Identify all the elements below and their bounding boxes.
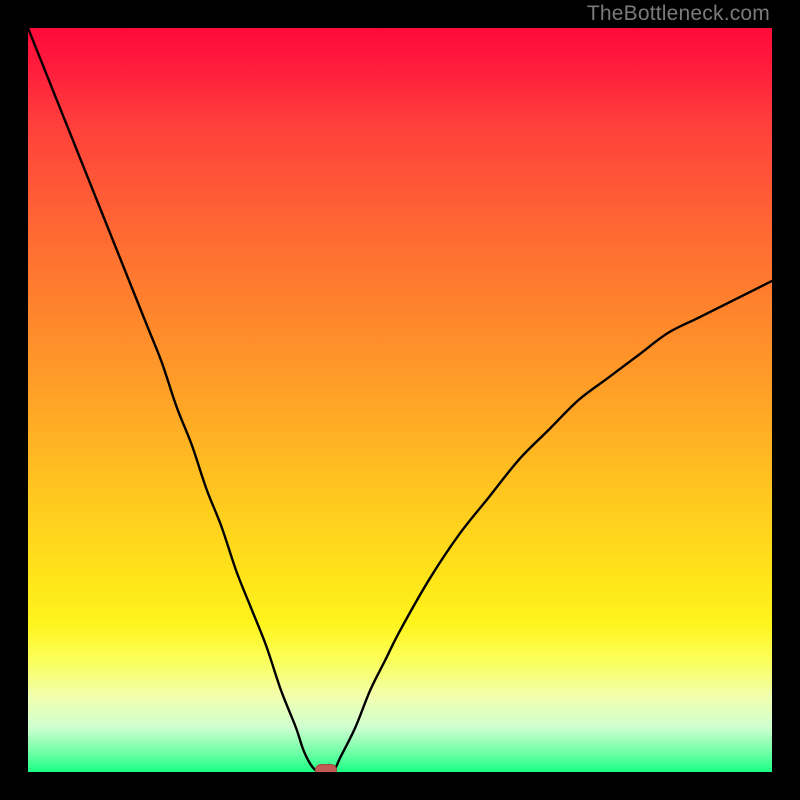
minimum-marker: [315, 764, 337, 772]
plot-area: [28, 28, 772, 772]
watermark-text: TheBottleneck.com: [587, 2, 770, 26]
chart-frame: TheBottleneck.com: [0, 0, 800, 800]
bottleneck-curve: [28, 28, 772, 772]
